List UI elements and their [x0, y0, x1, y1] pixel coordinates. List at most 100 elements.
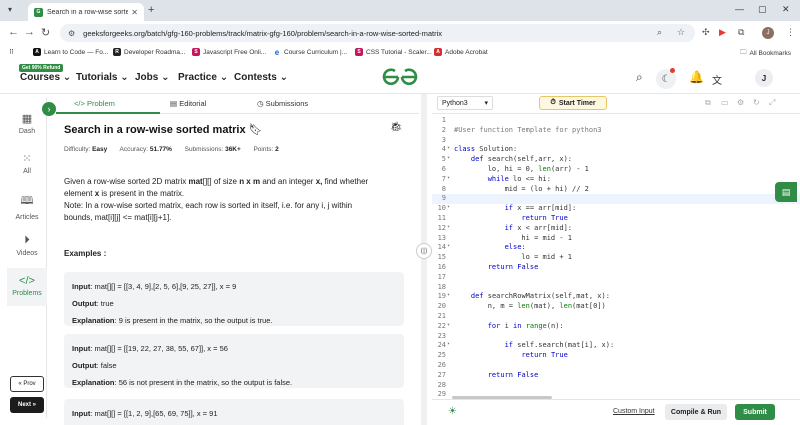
- sidebar-item-videos[interactable]: ⏵ Videos: [7, 230, 47, 262]
- code-line[interactable]: 12 ▾ if x < arr[mid]:: [432, 224, 800, 234]
- fold-icon[interactable]: ▾: [447, 341, 450, 347]
- bookmark-item[interactable]: A Learn to Code — Fo...: [33, 48, 108, 56]
- code-line[interactable]: 4 ▾ class Solution:: [432, 145, 800, 155]
- minimize-icon[interactable]: —: [735, 4, 744, 14]
- code-line[interactable]: 22 ▾ for i in range(n):: [432, 322, 800, 332]
- extensions-icon[interactable]: ⧉: [738, 27, 744, 38]
- back-icon[interactable]: ←: [8, 26, 19, 38]
- reset-icon[interactable]: ↻: [753, 98, 760, 107]
- language-select[interactable]: Python3 ▾: [437, 96, 493, 110]
- code-line[interactable]: 16 return False: [432, 263, 800, 273]
- panel-divider[interactable]: [421, 94, 427, 425]
- code-line[interactable]: 8 mid = (lo + hi) // 2: [432, 185, 800, 195]
- bookmark-item[interactable]: e Course Curriculum |...: [273, 48, 347, 57]
- code-line[interactable]: 3: [432, 136, 800, 146]
- new-tab-icon[interactable]: +: [148, 4, 154, 16]
- code-line[interactable]: 27 return False: [432, 371, 800, 381]
- code-line[interactable]: 1: [432, 116, 800, 126]
- code-line[interactable]: 21: [432, 312, 800, 322]
- code-line[interactable]: 9: [432, 194, 800, 205]
- code-line[interactable]: 23: [432, 332, 800, 342]
- extension-move-icon[interactable]: ✣: [702, 27, 710, 38]
- zoom-icon[interactable]: ⌕: [657, 27, 662, 38]
- collapse-sidebar-icon[interactable]: ›: [42, 102, 56, 116]
- code-area[interactable]: 1 2 #User function Template for python3 3 4 ▾…: [432, 114, 800, 399]
- code-line[interactable]: 28: [432, 381, 800, 391]
- code-line[interactable]: 26: [432, 361, 800, 371]
- nav-jobs[interactable]: Jobs ⌄: [135, 72, 170, 83]
- submit-button[interactable]: Submit: [735, 404, 775, 420]
- lightbulb-icon[interactable]: ☀: [448, 406, 457, 417]
- apps-grid-icon[interactable]: ⠿: [9, 48, 14, 56]
- bookmark-item[interactable]: R Developer Roadma...: [113, 48, 185, 56]
- close-tab-icon[interactable]: ✕: [131, 8, 138, 17]
- nav-practice[interactable]: Practice ⌄: [178, 72, 228, 83]
- profile-avatar-icon[interactable]: J: [762, 27, 774, 39]
- prev-button[interactable]: « Prov: [10, 376, 44, 392]
- bookmark-star-icon[interactable]: ☆: [677, 27, 685, 38]
- code-line[interactable]: 19 ▾ def searchRowMatrix(self,mat, x):: [432, 292, 800, 302]
- bookmark-item[interactable]: A Adobe Acrobat: [434, 48, 488, 56]
- copy-icon[interactable]: ⧉: [705, 98, 711, 108]
- file-icon[interactable]: ▭: [721, 98, 729, 107]
- compile-run-button[interactable]: Compile & Run: [665, 404, 727, 420]
- code-line[interactable]: 24 ▾ if self.search(mat[i], x):: [432, 341, 800, 351]
- bookmark-item[interactable]: S CSS Tutorial - Scaler...: [355, 48, 432, 56]
- fold-icon[interactable]: ▾: [447, 292, 450, 298]
- code-line[interactable]: 7 ▾ while lo <= hi:: [432, 175, 800, 185]
- chat-icon[interactable]: ▤: [775, 182, 797, 202]
- settings-icon[interactable]: ⚙: [737, 98, 744, 107]
- fold-icon[interactable]: ▾: [447, 224, 450, 230]
- code-line[interactable]: 13 hi = mid - 1: [432, 234, 800, 244]
- forward-icon[interactable]: →: [24, 26, 35, 38]
- custom-input-link[interactable]: Custom Input: [613, 408, 655, 415]
- code-line[interactable]: 6 lo, hi = 0, len(arr) - 1: [432, 165, 800, 175]
- close-window-icon[interactable]: ✕: [782, 4, 790, 15]
- code-line[interactable]: 25 return True: [432, 351, 800, 361]
- bell-icon[interactable]: 🔔: [689, 70, 704, 84]
- bookmark-icon[interactable]: 🔖︎: [249, 124, 263, 136]
- next-button[interactable]: Next »: [10, 397, 44, 413]
- bookmark-item[interactable]: S Javascript Free Onli...: [192, 48, 266, 56]
- sidebar-item-dash[interactable]: ▦ Dash: [7, 108, 47, 140]
- sidebar-item-all[interactable]: ⁙ All: [7, 148, 47, 180]
- code-line[interactable]: 5 ▾ def search(self,arr, x):: [432, 155, 800, 165]
- maximize-icon[interactable]: ▢: [758, 4, 767, 15]
- report-bug-icon[interactable]: 🐞︎: [390, 122, 403, 133]
- fold-icon[interactable]: ▾: [447, 204, 450, 210]
- nav-contests[interactable]: Contests ⌄: [234, 72, 288, 83]
- start-timer-button[interactable]: ⏱ Start Timer: [539, 96, 607, 110]
- site-info-icon[interactable]: ⚙: [68, 29, 75, 38]
- resize-handle-icon[interactable]: ⟨|⟩: [416, 243, 432, 259]
- nav-courses[interactable]: Courses ⌄: [20, 72, 71, 83]
- tab-submissions[interactable]: ◷ Submissions: [257, 99, 308, 108]
- browser-menu-icon[interactable]: ⋮: [786, 27, 795, 38]
- youtube-extension-icon[interactable]: ▶: [719, 27, 726, 38]
- fold-icon[interactable]: ▾: [447, 243, 450, 249]
- fold-icon[interactable]: ▾: [447, 155, 450, 161]
- code-line[interactable]: 14 ▾ else:: [432, 243, 800, 253]
- translate-icon[interactable]: 文: [712, 72, 722, 87]
- code-line[interactable]: 2 #User function Template for python3: [432, 126, 800, 136]
- gfg-logo-icon[interactable]: [381, 66, 419, 88]
- code-line[interactable]: 17: [432, 273, 800, 283]
- browser-tab[interactable]: G Search in a row-wise sorted ma ✕: [28, 3, 144, 21]
- fold-icon[interactable]: ▾: [447, 175, 450, 181]
- sidebar-item-articles[interactable]: 🕮 Articles: [7, 188, 47, 221]
- all-bookmarks[interactable]: 🗀 All Bookmarks: [740, 48, 791, 59]
- url-bar[interactable]: ⚙ geeksforgeeks.org/batch/gfg-160-proble…: [60, 24, 695, 42]
- tab-search-icon[interactable]: ▾: [8, 5, 12, 14]
- fold-icon[interactable]: ▾: [447, 322, 450, 328]
- tab-problem[interactable]: </> Problem: [74, 99, 115, 108]
- refund-badge[interactable]: Get 90% Refund: [19, 64, 64, 72]
- code-line[interactable]: 15 lo = mid + 1: [432, 253, 800, 263]
- user-avatar[interactable]: J: [755, 69, 773, 87]
- fullscreen-icon[interactable]: ⤢: [769, 98, 775, 108]
- sidebar-item-problems[interactable]: </> Problems: [7, 268, 47, 306]
- code-line[interactable]: 20 n, m = len(mat), len(mat[0]): [432, 302, 800, 312]
- nav-tutorials[interactable]: Tutorials ⌄: [76, 72, 129, 83]
- fold-icon[interactable]: ▾: [447, 145, 450, 151]
- code-line[interactable]: 10 ▾ if x == arr[mid]:: [432, 204, 800, 214]
- reload-icon[interactable]: ↻: [41, 26, 50, 39]
- search-icon[interactable]: ⌕: [636, 70, 643, 85]
